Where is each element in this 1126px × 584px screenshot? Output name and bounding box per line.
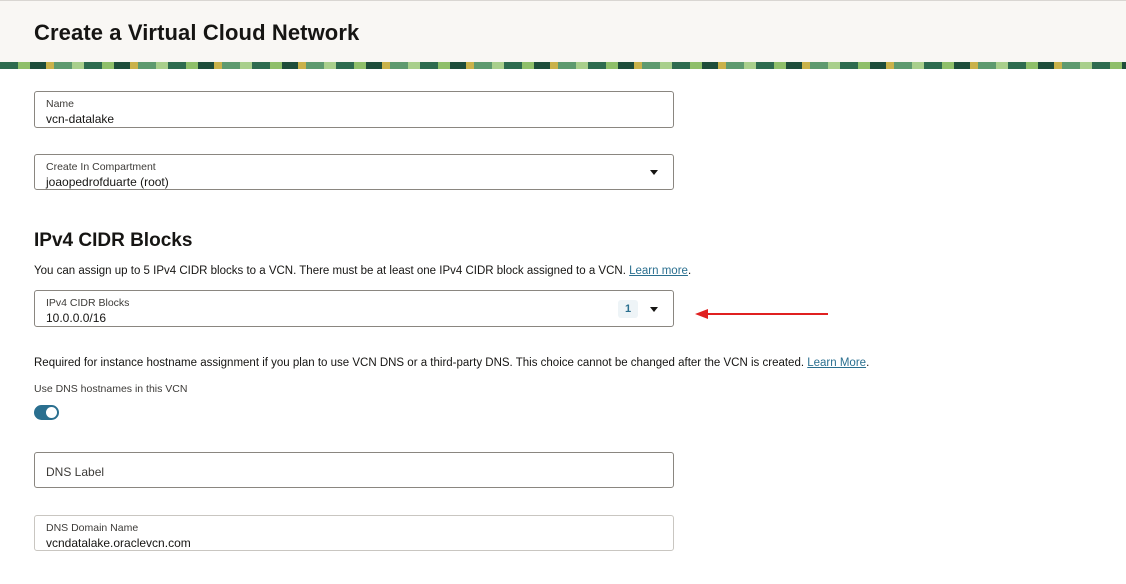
compartment-select-label: Create In Compartment [46, 161, 156, 173]
name-field-value[interactable]: vcn-datalake [46, 112, 114, 126]
chevron-down-icon[interactable] [650, 170, 658, 175]
dns-domain-name-value: vcndatalake.oraclevcn.com [46, 536, 191, 550]
dns-domain-name-label: DNS Domain Name [46, 522, 139, 534]
page-header: Create a Virtual Cloud Network [0, 0, 1126, 62]
dns-help-text-period: . [866, 357, 870, 369]
dns-learn-more-link[interactable]: Learn More [807, 357, 866, 369]
dns-label-field-label: DNS Label [46, 465, 105, 479]
annotation-arrow-icon [695, 309, 828, 319]
dns-label-field[interactable]: DNS Label [34, 452, 674, 488]
ipv4-learn-more-link[interactable]: Learn more [629, 265, 688, 277]
toggle-knob [46, 407, 57, 418]
ipv4-help-text: You can assign up to 5 IPv4 CIDR blocks … [34, 265, 691, 277]
name-field-label: Name [46, 98, 75, 110]
ipv4-cidr-select-label: IPv4 CIDR Blocks [46, 297, 130, 309]
dns-help-text-body: Required for instance hostname assignmen… [34, 357, 805, 369]
compartment-select-value: joaopedrofduarte (root) [46, 175, 169, 189]
compartment-select[interactable]: Create In Compartment joaopedrofduarte (… [34, 154, 674, 190]
ipv4-cidr-select[interactable]: IPv4 CIDR Blocks 10.0.0.0/16 1 [34, 290, 674, 327]
ipv4-section-title: IPv4 CIDR Blocks [34, 230, 193, 251]
page-title: Create a Virtual Cloud Network [34, 20, 360, 45]
ipv4-cidr-select-value: 10.0.0.0/16 [46, 311, 107, 325]
ipv4-help-text-period: . [687, 265, 692, 277]
name-field[interactable]: Name vcn-datalake [34, 91, 674, 128]
dns-hostnames-toggle[interactable] [34, 405, 59, 420]
cidr-count-badge: 1 [618, 300, 638, 318]
ipv4-help-text-body: You can assign up to 5 IPv4 CIDR blocks … [34, 265, 626, 277]
decorative-banner [0, 62, 1126, 69]
dns-hostnames-toggle-label: Use DNS hostnames in this VCN [34, 383, 188, 395]
dns-domain-name-field: DNS Domain Name vcndatalake.oraclevcn.co… [34, 515, 674, 551]
chevron-down-icon[interactable] [650, 307, 658, 312]
dns-help-text: Required for instance hostname assignmen… [34, 357, 869, 369]
